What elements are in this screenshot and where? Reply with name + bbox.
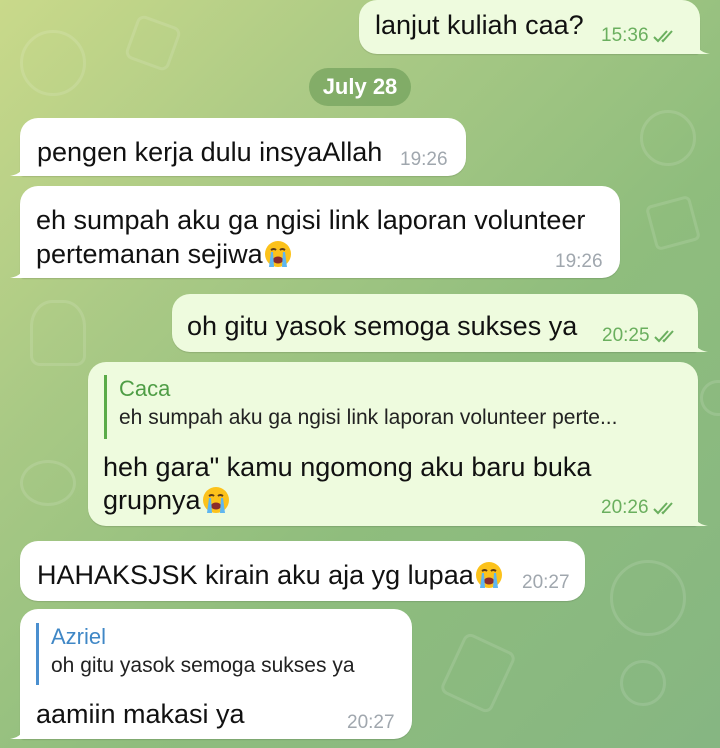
reply-text: eh sumpah aku ga ngisi link laporan volu…	[119, 406, 618, 429]
message-meta: 20:25	[602, 326, 680, 346]
message-text: aamiin makasi ya	[36, 699, 245, 729]
message-meta: 15:36	[601, 26, 679, 46]
reply-quote[interactable]: Azriel oh gitu yasok semoga sukses ya	[36, 623, 413, 685]
bubble-tail	[10, 160, 24, 176]
message-time: 15:36	[601, 25, 649, 46]
message-outgoing[interactable]: lanjut kuliah caa? 15:36	[359, 0, 710, 54]
message-time: 19:26	[400, 149, 448, 170]
reply-text: oh gitu yasok semoga sukses ya	[51, 654, 355, 677]
message-incoming-reply[interactable]: Azriel oh gitu yasok semoga sukses ya aa…	[10, 609, 413, 739]
reply-sender-name: Azriel	[51, 624, 107, 649]
read-checkmarks-icon	[653, 330, 674, 343]
bubble-tail	[694, 510, 708, 526]
message-text: HAHAKSJSK kirain aku aja yg lupaa	[37, 560, 474, 590]
message-text-line: heh gara" kamu ngomong aku baru buka	[103, 452, 592, 482]
message-text: lanjut kuliah caa?	[375, 10, 584, 40]
message-incoming[interactable]: eh sumpah aku ga ngisi link laporan volu…	[10, 186, 620, 278]
message-text-line-2: pertemanan sejiwa	[36, 237, 292, 271]
reply-sender-name: Caca	[119, 376, 171, 401]
message-time: 20:27	[347, 712, 395, 733]
message-text: oh gitu yasok semoga sukses ya	[187, 311, 578, 341]
date-separator: July 28	[309, 68, 411, 106]
message-incoming[interactable]: HAHAKSJSK kirain aku aja yg lupaa 20:27	[20, 541, 585, 601]
message-text: pertemanan sejiwa	[36, 239, 263, 269]
read-checkmarks-icon	[652, 502, 673, 515]
message-text-line-2: grupnya	[103, 483, 230, 517]
message-outgoing-reply[interactable]: Caca eh sumpah aku ga ngisi link laporan…	[88, 362, 708, 526]
loudly-crying-face-icon	[202, 487, 229, 513]
message-time: 19:26	[555, 251, 603, 272]
message-text: grupnya	[103, 485, 201, 515]
loudly-crying-face-icon	[264, 241, 291, 267]
message-time: 20:25	[602, 325, 650, 346]
loudly-crying-face-icon	[475, 562, 502, 588]
bubble-tail	[10, 262, 24, 278]
message-text: pengen kerja dulu insyaAllah	[37, 137, 383, 167]
message-time: 20:27	[522, 572, 570, 593]
bubble-tail	[694, 336, 708, 352]
message-meta: 20:26	[601, 498, 679, 518]
message-time: 20:26	[601, 497, 649, 518]
bubble-tail	[696, 38, 710, 54]
message-incoming[interactable]: pengen kerja dulu insyaAllah 19:26	[10, 118, 466, 176]
bubble-tail	[10, 723, 24, 739]
message-outgoing[interactable]: oh gitu yasok semoga sukses ya 20:25	[172, 294, 708, 352]
message-text-wrap: HAHAKSJSK kirain aku aja yg lupaa	[37, 558, 503, 592]
reply-quote[interactable]: Caca eh sumpah aku ga ngisi link laporan…	[104, 375, 697, 439]
read-checkmarks-icon	[652, 30, 673, 43]
message-text-line: eh sumpah aku ga ngisi link laporan volu…	[36, 205, 586, 235]
